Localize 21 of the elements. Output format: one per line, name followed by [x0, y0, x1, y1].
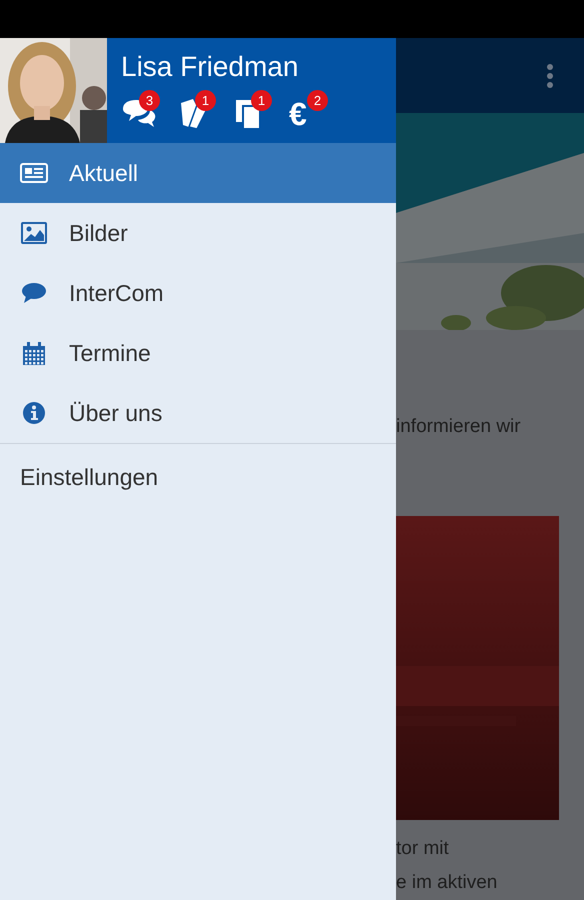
- overflow-menu-icon[interactable]: [546, 62, 554, 88]
- image-icon: [20, 221, 48, 245]
- notification-badge: 3: [139, 90, 160, 111]
- notification-badge: 1: [251, 90, 272, 111]
- menu-item[interactable]: Bilder: [0, 203, 396, 263]
- notification-badge: 1: [195, 90, 216, 111]
- calendar-icon: [20, 341, 48, 365]
- info-icon: [20, 401, 48, 425]
- article-text: tor mit: [396, 837, 450, 861]
- article-text: informieren wir: [396, 415, 522, 439]
- article-text: e im aktiven: [396, 871, 498, 895]
- menu-item[interactable]: Einstellungen: [0, 444, 396, 510]
- newspaper-icon: [20, 161, 48, 185]
- speech-bubble-icon: [20, 281, 48, 305]
- menu-item[interactable]: Termine: [0, 323, 396, 383]
- menu-item[interactable]: Über uns: [0, 383, 396, 443]
- notification-badge: 2: [307, 90, 328, 111]
- menu-item[interactable]: Aktuell: [0, 143, 396, 203]
- euro-icon: €: [289, 97, 307, 131]
- user-name: Lisa Friedman: [121, 50, 300, 84]
- menu-item[interactable]: InterCom: [0, 263, 396, 323]
